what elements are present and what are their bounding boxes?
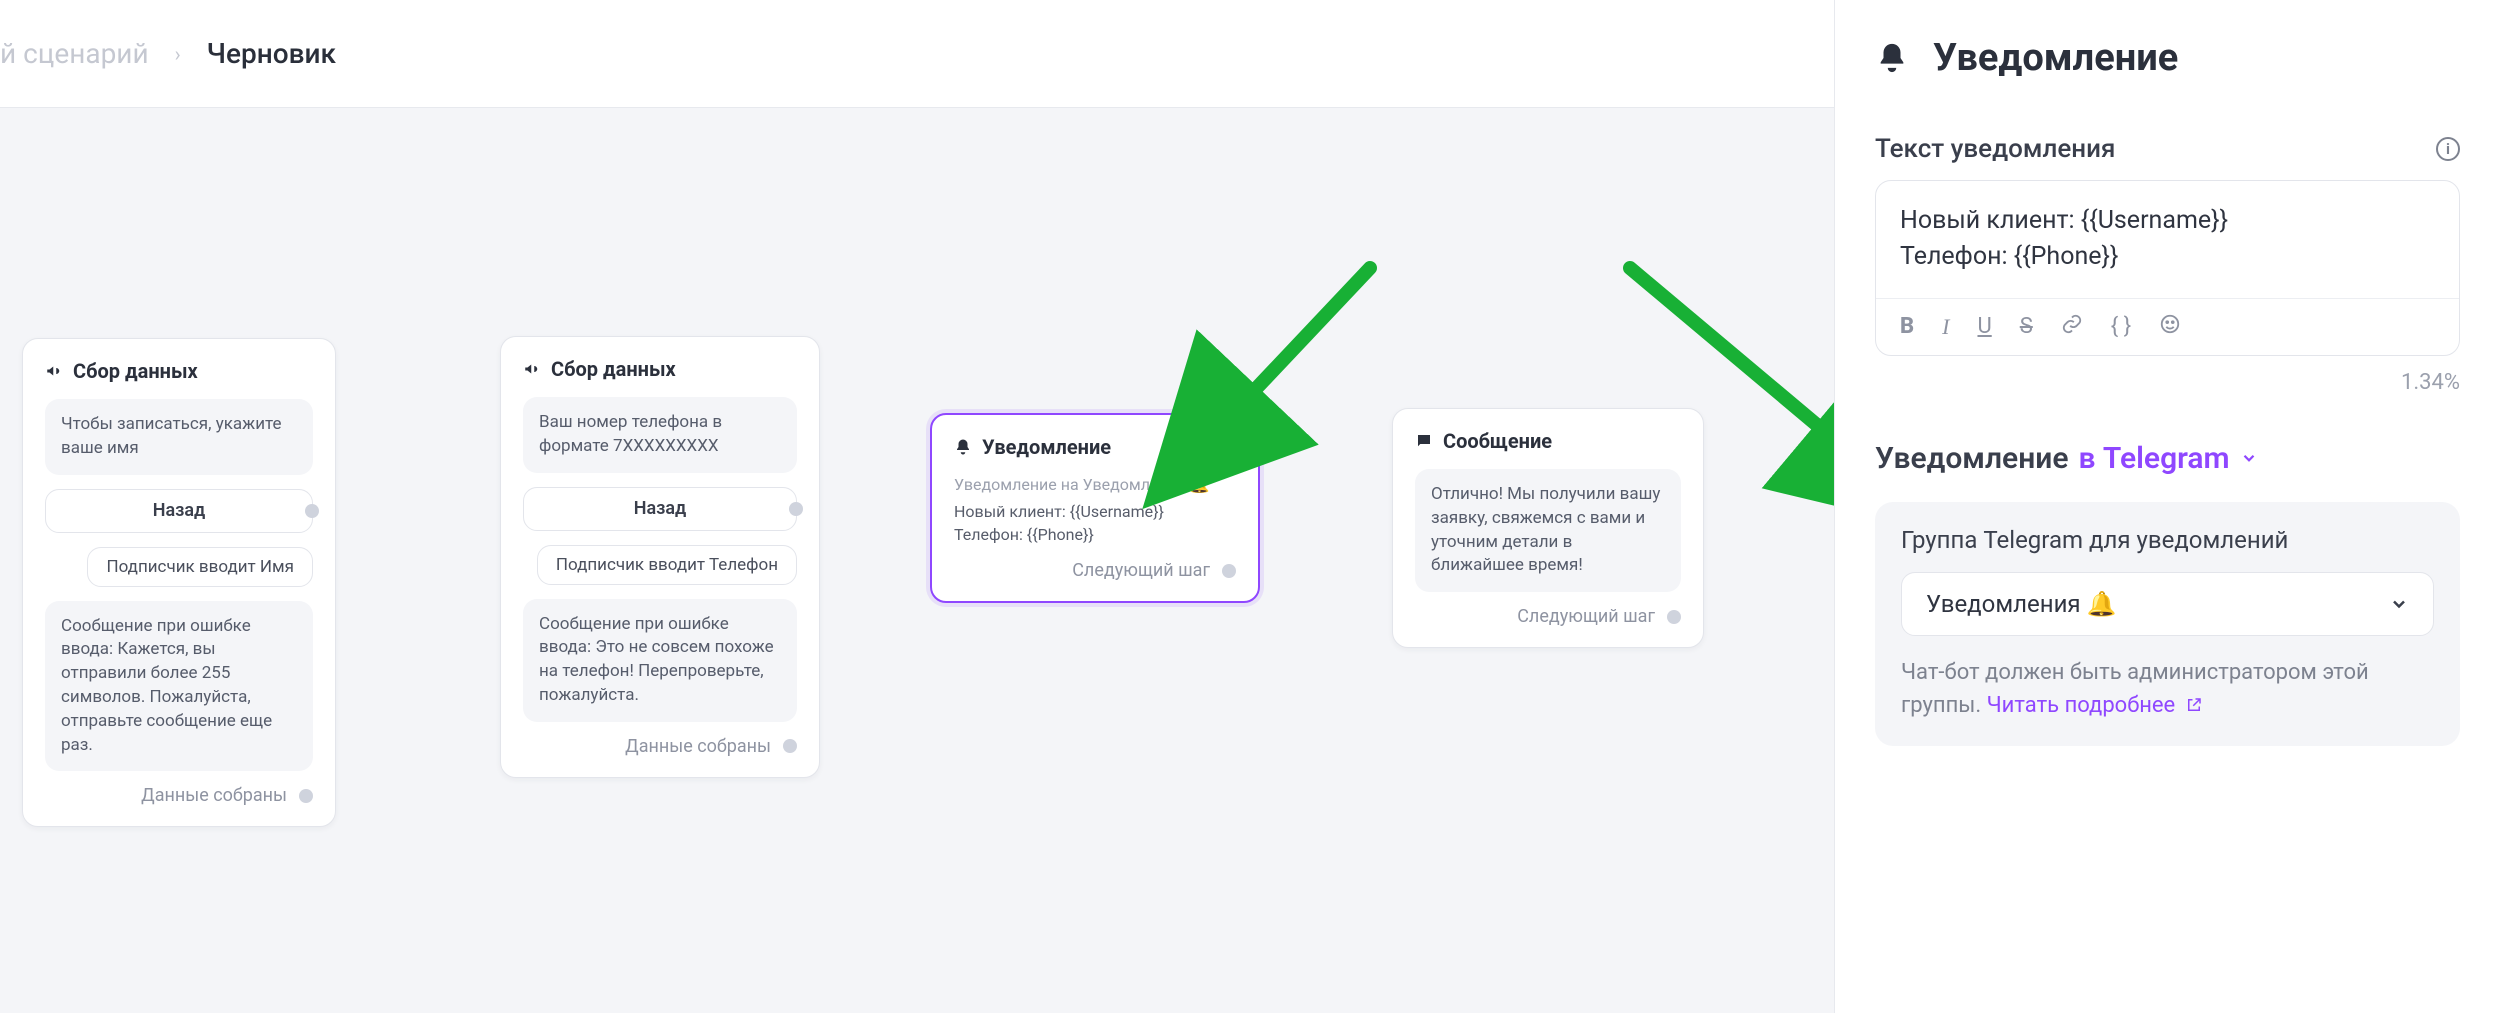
back-button[interactable]: Назад	[523, 487, 797, 531]
strike-button[interactable]: S	[2020, 314, 2033, 339]
megaphone-icon	[523, 360, 541, 378]
node-prompt: Чтобы записаться, укажите ваше имя	[45, 399, 313, 475]
output-port[interactable]	[783, 739, 797, 753]
group-label: Группа Telegram для уведомлений	[1901, 526, 2434, 554]
chevron-down-icon	[2389, 594, 2409, 614]
notify-line: Новый клиент: {{Username}}	[954, 500, 1236, 523]
node-prompt: Ваш номер телефона в формате 7XXXXXXXXX	[523, 397, 797, 473]
bold-button[interactable]: B	[1900, 314, 1914, 339]
info-icon[interactable]: i	[2436, 137, 2460, 161]
megaphone-icon	[45, 362, 63, 380]
node-subtitle: Уведомление на Уведомления 🔔	[954, 475, 1236, 494]
output-port[interactable]	[1222, 564, 1236, 578]
back-button[interactable]: Назад	[45, 489, 313, 533]
chevron-down-icon	[2240, 449, 2258, 467]
chat-icon	[1415, 432, 1433, 450]
bell-icon	[1875, 41, 1909, 75]
group-select[interactable]: Уведомления 🔔	[1901, 572, 2434, 636]
node-footer[interactable]: Следующий шаг	[1415, 606, 1681, 627]
editor-toolbar: B I U S { }	[1876, 298, 2459, 355]
node-error: Сообщение при ошибке ввода: Это не совсе…	[523, 599, 797, 722]
panel-title: Уведомление	[1875, 36, 2460, 80]
node-body: Отлично! Мы получили вашу заявку, свяжем…	[1415, 469, 1681, 592]
output-port[interactable]	[305, 504, 319, 518]
italic-button[interactable]: I	[1942, 314, 1949, 340]
node-collect-name[interactable]: Сбор данных Чтобы записаться, укажите ва…	[22, 338, 336, 827]
node-title: Уведомление	[982, 435, 1111, 459]
variable-button[interactable]: { }	[2111, 314, 2131, 339]
read-more-link[interactable]: Читать подробнее	[1987, 693, 2203, 718]
breadcrumb-prev[interactable]: й сценарий	[0, 37, 149, 70]
breadcrumb-current: Черновик	[207, 37, 336, 70]
channel-section-header[interactable]: Уведомление в Telegram	[1875, 441, 2460, 476]
node-collect-phone[interactable]: Сбор данных Ваш номер телефона в формате…	[500, 336, 820, 778]
flow-edges	[0, 108, 300, 258]
notify-line: Телефон: {{Phone}}	[954, 523, 1236, 546]
node-footer[interactable]: Данные собраны	[45, 785, 313, 806]
telegram-group-box: Группа Telegram для уведомлений Уведомле…	[1875, 502, 2460, 746]
node-footer[interactable]: Следующий шаг	[954, 560, 1236, 581]
node-notification[interactable]: Уведомление Уведомление на Уведомления 🔔…	[930, 413, 1260, 603]
emoji-button[interactable]	[2159, 313, 2181, 341]
node-title: Сообщение	[1443, 429, 1552, 453]
group-hint: Чат-бот должен быть администратором этой…	[1901, 656, 2434, 722]
node-error: Сообщение при ошибке ввода: Кажется, вы …	[45, 601, 313, 772]
output-port[interactable]	[299, 789, 313, 803]
notification-text-editor[interactable]: Новый клиент: {{Username}} Телефон: {{Ph…	[1875, 180, 2460, 356]
chevron-right-icon: ›	[175, 42, 181, 66]
editor-content[interactable]: Новый клиент: {{Username}} Телефон: {{Ph…	[1876, 181, 2459, 298]
inspector-panel: Уведомление Текст уведомления i Новый кл…	[1834, 0, 2494, 1013]
field-label: Текст уведомления	[1875, 134, 2115, 164]
underline-button[interactable]: U	[1977, 314, 1991, 339]
node-message[interactable]: Сообщение Отлично! Мы получили вашу заяв…	[1392, 408, 1704, 648]
node-footer[interactable]: Данные собраны	[523, 736, 797, 757]
node-title: Сбор данных	[551, 357, 676, 381]
input-chip[interactable]: Подписчик вводит Телефон	[537, 545, 797, 585]
char-percent: 1.34%	[1875, 370, 2460, 395]
breadcrumb: й сценарий › Черновик	[0, 37, 336, 70]
link-button[interactable]	[2061, 313, 2083, 341]
bell-icon	[954, 438, 972, 456]
input-chip[interactable]: Подписчик вводит Имя	[87, 547, 313, 587]
node-title: Сбор данных	[73, 359, 198, 383]
output-port[interactable]	[1667, 610, 1681, 624]
output-port[interactable]	[789, 502, 803, 516]
external-link-icon	[2185, 696, 2203, 714]
